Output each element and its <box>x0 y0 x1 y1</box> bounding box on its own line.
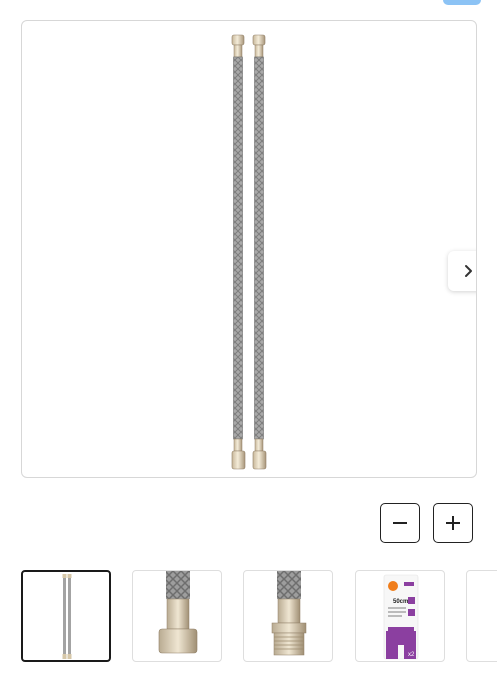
package-count-label: x2 <box>408 652 415 658</box>
package-length-label: 50cm <box>393 599 408 605</box>
hose-pair-thumbnail <box>62 574 72 659</box>
partial-thumbnail <box>467 571 497 662</box>
thumbnail-partial[interactable] <box>466 570 497 662</box>
zoom-in-button[interactable] <box>433 503 473 543</box>
male-thread-fitting-thumbnail <box>271 571 307 656</box>
chevron-right-icon <box>465 265 472 277</box>
thumbnail-strip[interactable]: 50cm x2 <box>0 570 497 665</box>
top-badge <box>443 0 481 5</box>
thumbnail-male-thread-fitting[interactable] <box>243 570 333 662</box>
zoom-out-button[interactable] <box>380 503 420 543</box>
product-image-viewer[interactable] <box>21 20 477 478</box>
braided-hose-pair-image <box>231 34 267 470</box>
package-thumbnail: 50cm x2 <box>383 574 419 660</box>
thumbnail-nut-fitting[interactable] <box>132 570 222 662</box>
thumbnail-hose-pair[interactable] <box>21 570 111 662</box>
minus-icon <box>393 522 407 524</box>
thumbnail-package[interactable]: 50cm x2 <box>355 570 445 662</box>
nut-fitting-thumbnail <box>158 571 198 654</box>
next-image-button[interactable] <box>448 251 476 291</box>
plus-icon <box>446 516 460 530</box>
